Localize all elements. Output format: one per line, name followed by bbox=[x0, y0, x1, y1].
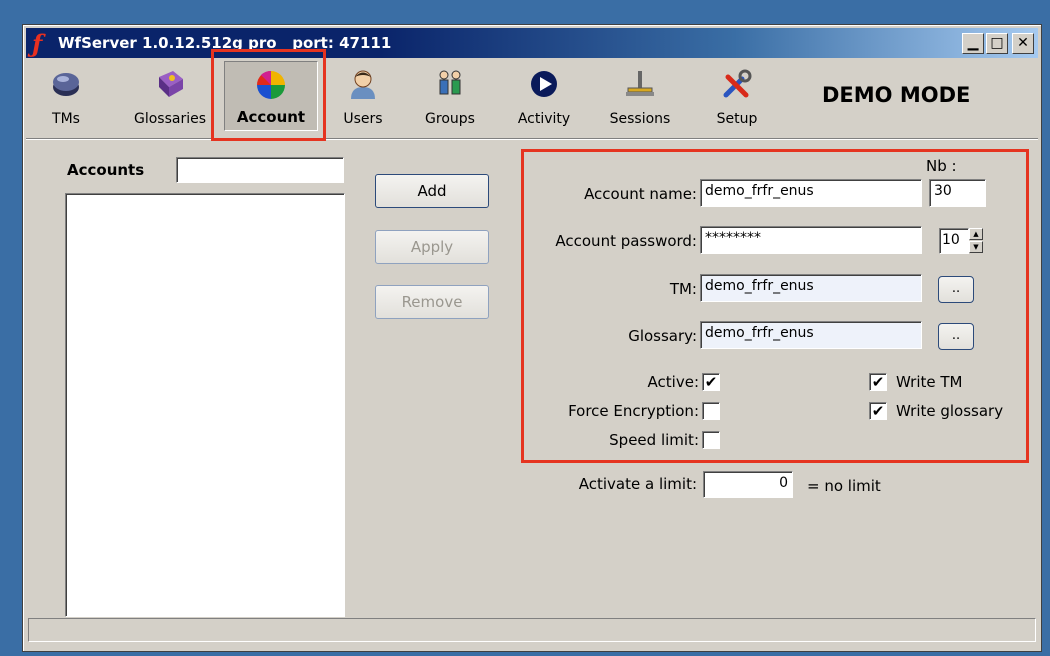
maximize-button[interactable]: □ bbox=[986, 33, 1008, 54]
write-tm-label: Write TM bbox=[896, 373, 963, 391]
force-encryption-label: Force Encryption: bbox=[568, 402, 699, 420]
toolbar-item-users[interactable]: Users bbox=[334, 61, 392, 131]
toolbar-item-tms[interactable]: TMs bbox=[34, 61, 98, 131]
active-label: Active: bbox=[647, 373, 699, 391]
glossary-field[interactable]: demo_frfr_enus bbox=[700, 321, 922, 349]
glossary-book-icon bbox=[159, 71, 183, 97]
activate-limit-label: Activate a limit: bbox=[578, 475, 697, 493]
account-password-field[interactable]: ******** bbox=[700, 226, 922, 254]
force-encryption-checkbox[interactable] bbox=[702, 402, 720, 420]
app-logo-icon: ƒ bbox=[32, 29, 43, 58]
nb-field[interactable]: 30 bbox=[929, 179, 986, 207]
play-circle-icon bbox=[531, 71, 557, 97]
toolbar-item-groups[interactable]: Groups bbox=[410, 61, 490, 131]
account-name-label: Account name: bbox=[584, 185, 697, 203]
status-bar bbox=[28, 618, 1036, 642]
write-glossary-checkbox[interactable]: ✔ bbox=[869, 402, 887, 420]
minimize-button[interactable]: ▁ bbox=[962, 33, 984, 54]
speed-limit-checkbox[interactable] bbox=[702, 431, 720, 449]
active-checkbox[interactable]: ✔ bbox=[702, 373, 720, 391]
toolbar-label: TMs bbox=[52, 111, 80, 127]
spin-value-field[interactable]: 10 bbox=[939, 228, 969, 254]
toolbar-item-setup[interactable]: Setup bbox=[702, 61, 772, 131]
remove-button[interactable]: Remove bbox=[375, 285, 489, 319]
toolbar-label: Sessions bbox=[609, 111, 671, 127]
tools-icon bbox=[723, 69, 752, 98]
apply-button[interactable]: Apply bbox=[375, 230, 489, 264]
nb-label: Nb : bbox=[926, 157, 957, 175]
activate-limit-field[interactable]: 0 bbox=[703, 471, 793, 498]
write-tm-checkbox[interactable]: ✔ bbox=[869, 373, 887, 391]
write-glossary-label: Write glossary bbox=[896, 402, 1004, 420]
account-name-field[interactable]: demo_frfr_enus bbox=[700, 179, 922, 207]
speed-limit-label: Speed limit: bbox=[609, 431, 699, 449]
toolbar-item-glossaries[interactable]: Glossaries bbox=[126, 61, 214, 131]
add-button[interactable]: Add bbox=[375, 174, 489, 208]
account-password-label: Account password: bbox=[555, 232, 697, 250]
toolbar-item-activity[interactable]: Activity bbox=[504, 61, 584, 131]
accounts-list[interactable] bbox=[65, 193, 345, 617]
tm-field[interactable]: demo_frfr_enus bbox=[700, 274, 922, 302]
toolbar: TMs Glossaries Account Users Groups Acti… bbox=[26, 59, 1038, 135]
account-tab-highlight bbox=[211, 49, 326, 141]
title-bar[interactable]: ƒ WfServer 1.0.12.512g pro port: 47111 ▁… bbox=[26, 28, 1038, 58]
toolbar-label: Users bbox=[343, 111, 383, 127]
toolbar-label: Setup bbox=[716, 111, 758, 127]
toolbar-item-sessions[interactable]: Sessions bbox=[598, 61, 682, 131]
toolbar-label: Groups bbox=[425, 111, 475, 127]
spin-up-button[interactable]: ▲ bbox=[969, 228, 983, 240]
app-window: ƒ WfServer 1.0.12.512g pro port: 47111 ▁… bbox=[22, 24, 1042, 652]
accounts-filter-input[interactable] bbox=[176, 157, 344, 183]
sessions-icon bbox=[626, 71, 654, 96]
toolbar-label: Glossaries bbox=[133, 111, 207, 127]
no-limit-label: = no limit bbox=[807, 477, 881, 495]
glossary-label: Glossary: bbox=[628, 327, 697, 345]
browse-glossary-button[interactable]: .. bbox=[938, 323, 974, 350]
user-icon bbox=[351, 70, 375, 99]
demo-mode-label: DEMO MODE bbox=[822, 83, 971, 107]
spin-down-button[interactable]: ▼ bbox=[969, 241, 983, 253]
tm-database-icon bbox=[53, 73, 79, 96]
tm-label: TM: bbox=[669, 280, 697, 298]
accounts-label: Accounts bbox=[67, 161, 145, 179]
close-button[interactable]: ✕ bbox=[1012, 33, 1034, 54]
group-icon bbox=[439, 70, 461, 95]
toolbar-label: Activity bbox=[517, 111, 571, 127]
browse-tm-button[interactable]: .. bbox=[938, 276, 974, 303]
toolbar-separator bbox=[26, 138, 1038, 140]
